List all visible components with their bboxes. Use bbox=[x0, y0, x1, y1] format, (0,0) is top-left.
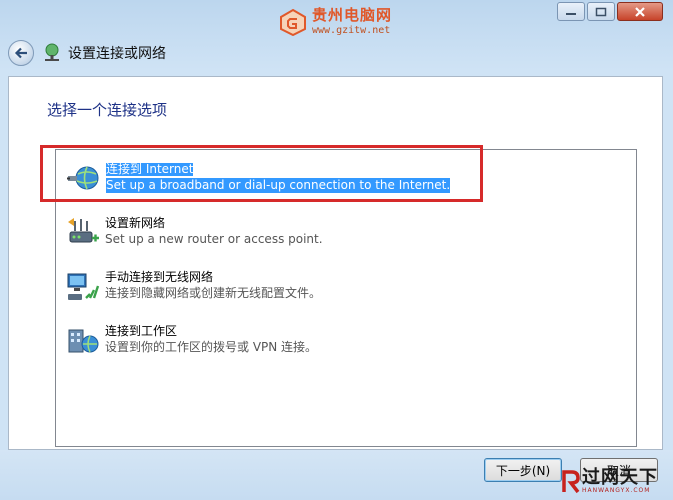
connection-options-list: 连接到 Internet Set up a broadband or dial-… bbox=[55, 149, 637, 447]
workplace-icon bbox=[68, 329, 99, 353]
corner-logo-subtext: HANWANGYX.COM bbox=[582, 487, 651, 494]
option-title: 连接到工作区 bbox=[105, 324, 178, 338]
watermark-url: www.gzitw.net bbox=[312, 25, 391, 36]
minimize-button[interactable] bbox=[557, 2, 585, 21]
option-title: 手动连接到无线网络 bbox=[105, 270, 214, 284]
back-arrow-icon bbox=[14, 47, 27, 59]
watermark: 贵州电脑网 www.gzitw.net bbox=[278, 8, 392, 36]
option-description: 连接到隐藏网络或创建新无线配置文件。 bbox=[105, 286, 322, 300]
option-description: Set up a broadband or dial-up connection… bbox=[105, 177, 452, 194]
minimize-icon bbox=[566, 12, 576, 15]
content-panel: 选择一个连接选项 连接到 Internet Set up a broadband… bbox=[8, 76, 663, 450]
globe-connection-icon bbox=[67, 166, 99, 190]
option-description: 设置到你的工作区的拨号或 VPN 连接。 bbox=[105, 340, 318, 354]
option-title: 连接到 Internet bbox=[105, 162, 195, 177]
option-connect-workplace[interactable]: 连接到工作区 设置到你的工作区的拨号或 VPN 连接。 bbox=[66, 324, 317, 358]
corner-watermark: 过网天下 HANWANGYX.COM bbox=[560, 468, 658, 494]
close-button[interactable] bbox=[617, 2, 663, 21]
gl-logo-icon bbox=[280, 8, 306, 36]
option-description: Set up a new router or access point. bbox=[105, 232, 323, 246]
option-new-network[interactable]: 设置新网络 Set up a new router or access poin… bbox=[66, 216, 323, 250]
maximize-button[interactable] bbox=[587, 2, 615, 21]
section-heading: 选择一个连接选项 bbox=[47, 101, 168, 119]
page-title: 设置连接或网络 bbox=[68, 46, 166, 62]
watermark-title: 贵州电脑网 bbox=[312, 6, 393, 24]
network-icon bbox=[45, 43, 59, 61]
r-logo-icon bbox=[562, 470, 580, 494]
maximize-icon bbox=[595, 7, 607, 16]
close-icon bbox=[635, 6, 645, 17]
new-network-icon bbox=[68, 218, 99, 243]
nav-bar: 设置连接或网络 bbox=[8, 40, 166, 66]
window-controls bbox=[557, 2, 663, 21]
wireless-network-icon bbox=[67, 273, 100, 300]
next-button[interactable]: 下一步(N) bbox=[484, 458, 562, 482]
option-manual-wireless[interactable]: 手动连接到无线网络 连接到隐藏网络或创建新无线配置文件。 bbox=[66, 270, 321, 304]
option-connect-internet[interactable]: 连接到 Internet Set up a broadband or dial-… bbox=[66, 162, 452, 196]
corner-logo-text: 过网天下 bbox=[582, 467, 658, 488]
back-button[interactable] bbox=[8, 40, 34, 66]
option-title: 设置新网络 bbox=[105, 216, 166, 230]
